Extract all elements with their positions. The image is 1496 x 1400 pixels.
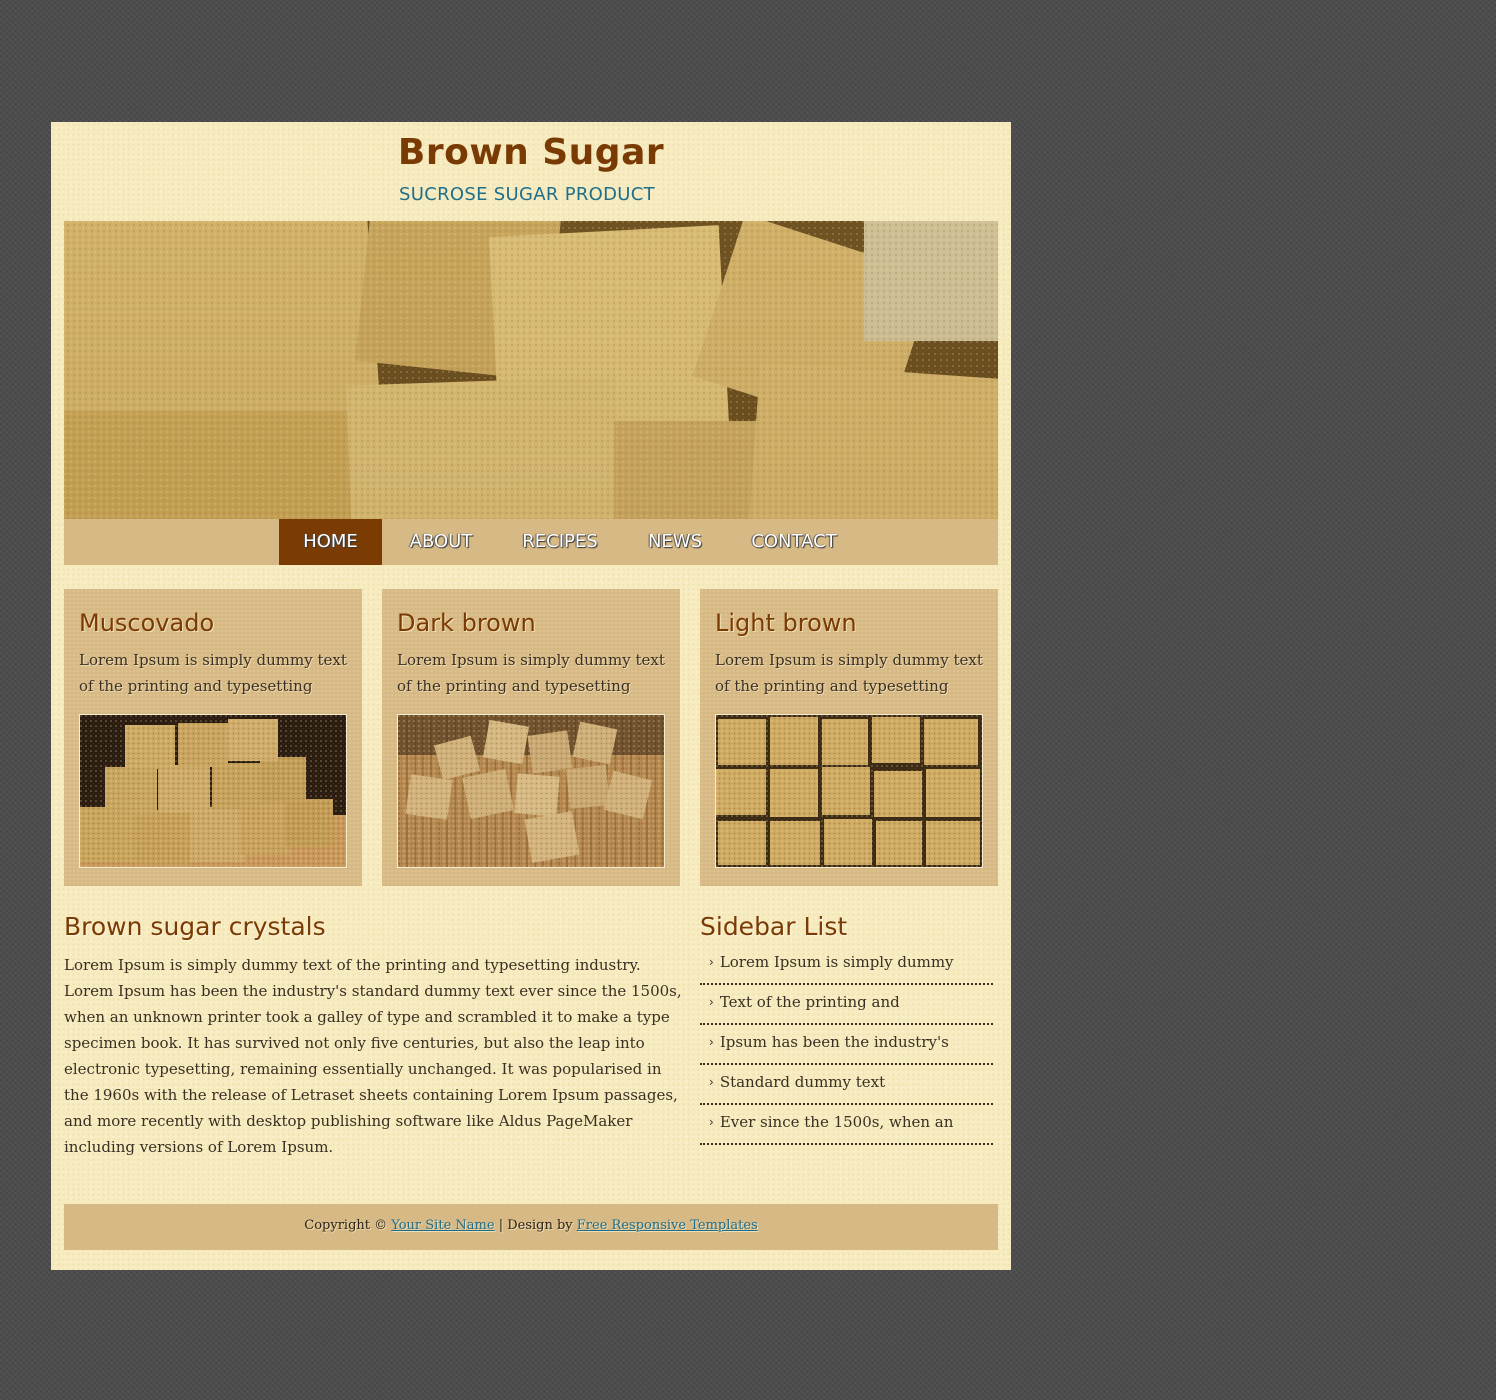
footer-design-link[interactable]: Free Responsive Templates bbox=[577, 1218, 758, 1233]
chevron-right-icon: › bbox=[709, 955, 714, 969]
footer: Copyright © Your Site Name | Design by F… bbox=[64, 1204, 998, 1250]
site-tagline: SUCROSE SUGAR PRODUCT bbox=[399, 184, 655, 205]
footer-site-link[interactable]: Your Site Name bbox=[391, 1218, 494, 1233]
card-title: Light brown bbox=[715, 609, 857, 637]
sidebar-list-item[interactable]: › Ipsum has been the industry's bbox=[700, 1025, 993, 1065]
footer-copyright: Copyright © bbox=[304, 1218, 388, 1233]
hero-banner-image bbox=[64, 221, 998, 519]
chevron-right-icon: › bbox=[709, 1035, 714, 1049]
card-text: Lorem Ipsum is simply dummy text of the … bbox=[715, 651, 983, 695]
nav-about[interactable]: ABOUT bbox=[394, 519, 488, 565]
sidebar-item-label: Ever since the 1500s, when an bbox=[719, 1113, 954, 1131]
sidebar-title: Sidebar List bbox=[700, 912, 848, 941]
sidebar-item-label: Lorem Ipsum is simply dummy bbox=[719, 953, 954, 971]
nav-contact[interactable]: CONTACT bbox=[738, 519, 850, 565]
product-card-muscovado: Muscovado Lorem Ipsum is simply dummy te… bbox=[64, 589, 362, 886]
card-title: Muscovado bbox=[79, 609, 215, 637]
stacked-sugar-cubes-image bbox=[79, 714, 347, 868]
site-title: Brown Sugar bbox=[397, 132, 665, 173]
product-card-dark-brown: Dark brown Lorem Ipsum is simply dummy t… bbox=[382, 589, 680, 886]
product-card-light-brown: Light brown Lorem Ipsum is simply dummy … bbox=[700, 589, 998, 886]
scattered-sugar-cubes-image bbox=[397, 714, 665, 868]
main-navigation: HOME ABOUT RECIPES NEWS CONTACT bbox=[64, 519, 998, 565]
chevron-right-icon: › bbox=[709, 995, 714, 1009]
sidebar-item-label: Ipsum has been the industry's bbox=[719, 1033, 949, 1051]
sidebar-list-item[interactable]: › Standard dummy text bbox=[700, 1065, 993, 1105]
chevron-right-icon: › bbox=[709, 1115, 714, 1129]
main-content-title: Brown sugar crystals bbox=[64, 912, 326, 941]
nav-news[interactable]: NEWS bbox=[634, 519, 716, 565]
sidebar-list-item[interactable]: › Text of the printing and bbox=[700, 985, 993, 1025]
sidebar-list-item[interactable]: › Ever since the 1500s, when an bbox=[700, 1105, 993, 1145]
chevron-right-icon: › bbox=[709, 1075, 714, 1089]
footer-separator: | Design by bbox=[498, 1218, 573, 1233]
nav-recipes[interactable]: RECIPES bbox=[506, 519, 614, 565]
main-content-text: Lorem Ipsum is simply dummy text of the … bbox=[64, 956, 682, 1156]
nav-home[interactable]: HOME bbox=[279, 519, 382, 565]
sidebar-list: › Lorem Ipsum is simply dummy › Text of th… bbox=[700, 945, 993, 1145]
sugar-cube-rows-image bbox=[715, 714, 983, 868]
sidebar-item-label: Text of the printing and bbox=[719, 993, 900, 1011]
card-text: Lorem Ipsum is simply dummy text of the … bbox=[79, 651, 347, 695]
sidebar-item-label: Standard dummy text bbox=[719, 1073, 886, 1091]
sidebar-list-item[interactable]: › Lorem Ipsum is simply dummy bbox=[700, 945, 993, 985]
card-title: Dark brown bbox=[397, 609, 536, 637]
page-wrapper: Brown Sugar SUCROSE SUGAR PRODUCT HOME A… bbox=[51, 122, 1011, 1270]
card-text: Lorem Ipsum is simply dummy text of the … bbox=[397, 651, 665, 695]
